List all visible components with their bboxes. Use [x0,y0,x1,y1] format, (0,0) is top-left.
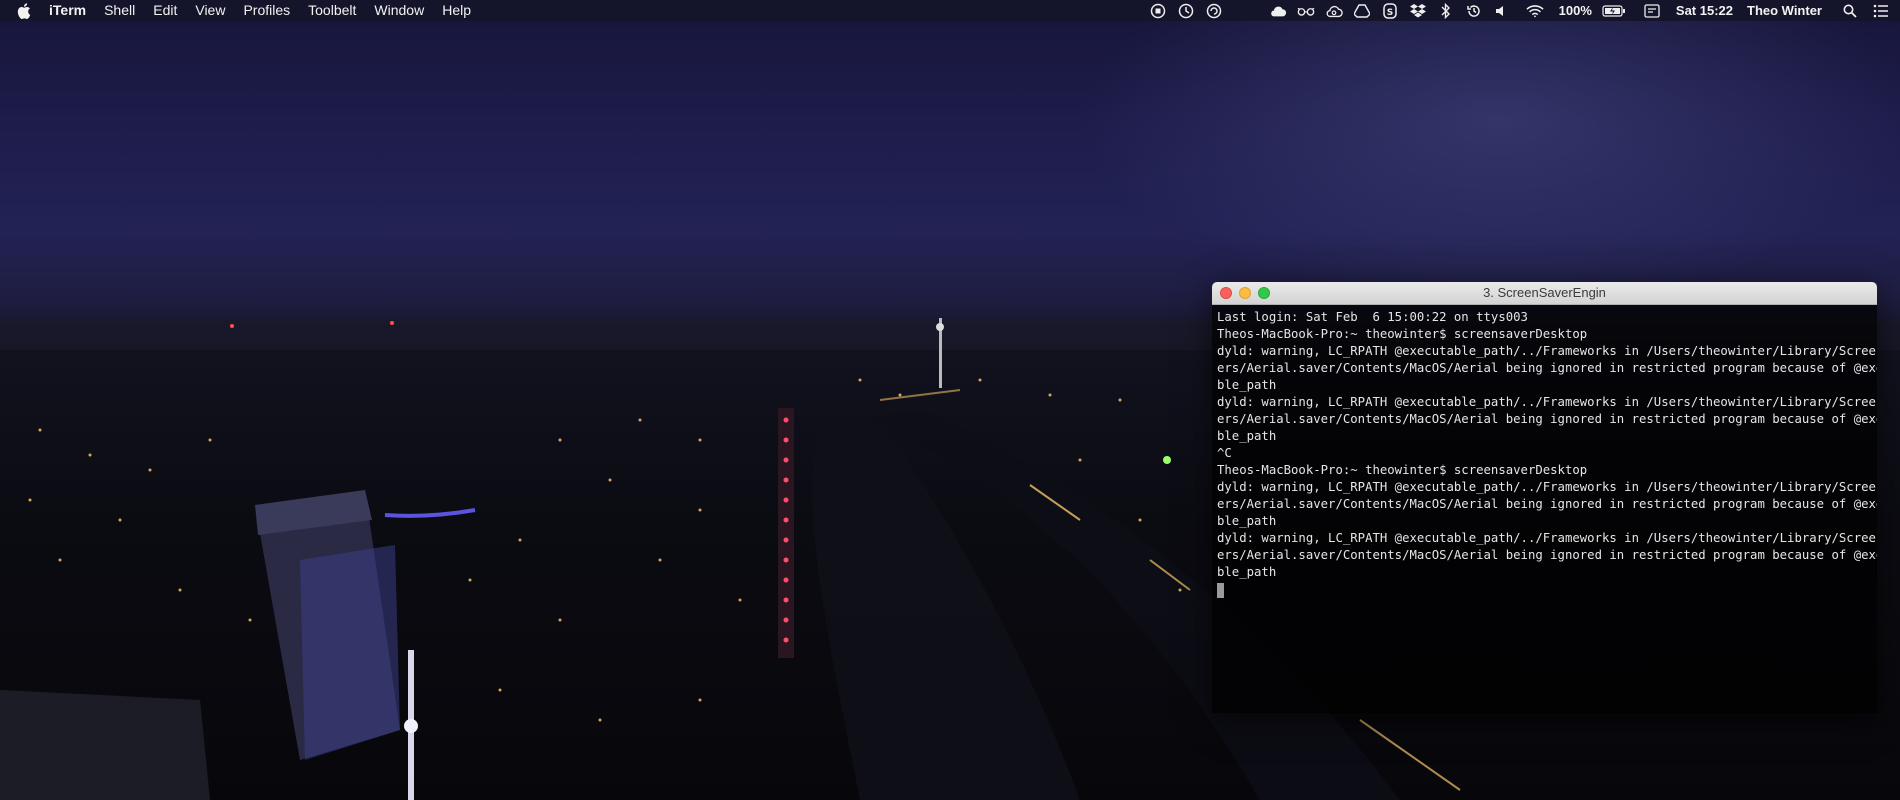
terminal-line: ers/Aerial.saver/Contents/MacOS/Aerial b… [1217,412,1877,426]
terminal-cursor [1217,582,1224,598]
terminal-line: ers/Aerial.saver/Contents/MacOS/Aerial b… [1217,361,1877,375]
creative-cloud-icon[interactable] [1325,2,1343,20]
menu-bar: iTerm Shell Edit View Profiles Toolbelt … [0,0,1900,21]
menu-help[interactable]: Help [433,0,480,21]
terminal-line: ble_path [1217,565,1277,579]
terminal-line: ble_path [1217,429,1277,443]
terminal-line: dyld: warning, LC_RPATH @executable_path… [1217,344,1877,358]
terminal-line: Theos-MacBook-Pro:~ theowinter$ screensa… [1217,463,1588,477]
svg-text:S: S [1386,8,1392,18]
s-circle-icon[interactable]: S [1381,2,1399,20]
time-machine-icon[interactable] [1465,2,1483,20]
terminal-line: Last login: Sat Feb 6 15:00:22 on ttys00… [1217,310,1528,324]
wifi-icon[interactable] [1526,2,1544,20]
terminal-line: ers/Aerial.saver/Contents/MacOS/Aerial b… [1217,497,1877,511]
dropbox-icon[interactable] [1409,2,1427,20]
glasses-icon[interactable] [1297,2,1315,20]
terminal-line: ers/Aerial.saver/Contents/MacOS/Aerial b… [1217,548,1877,562]
menu-view[interactable]: View [186,0,234,21]
user-name[interactable]: Theo Winter [1747,3,1822,18]
menu-window[interactable]: Window [365,0,433,21]
terminal-line: ble_path [1217,514,1277,528]
terminal-line: ble_path [1217,378,1277,392]
record-icon[interactable] [1149,2,1167,20]
menu-toolbelt[interactable]: Toolbelt [299,0,365,21]
battery-charging-icon[interactable] [1602,2,1626,20]
battery-percent[interactable]: 100% [1559,3,1592,18]
cloud-icon[interactable] [1269,2,1287,20]
apple-logo-icon[interactable] [16,2,32,19]
spotlight-search-icon[interactable] [1841,2,1859,20]
bluetooth-icon[interactable] [1437,2,1455,20]
clock-icon[interactable] [1177,2,1195,20]
google-drive-icon[interactable] [1353,2,1371,20]
menu-clock[interactable]: Sat 15:22 [1676,3,1733,18]
notification-center-icon[interactable] [1872,2,1890,20]
terminal-window[interactable]: 3. ScreenSaverEngin Last login: Sat Feb … [1212,282,1877,713]
terminal-output[interactable]: Last login: Sat Feb 6 15:00:22 on ttys00… [1212,305,1877,713]
terminal-line: Theos-MacBook-Pro:~ theowinter$ screensa… [1217,327,1588,341]
terminal-titlebar[interactable]: 3. ScreenSaverEngin [1212,282,1877,305]
terminal-line: dyld: warning, LC_RPATH @executable_path… [1217,531,1877,545]
terminal-prompt-line[interactable] [1217,581,1872,598]
keyboard-input-icon[interactable] [1643,2,1661,20]
refresh-icon[interactable] [1205,2,1223,20]
menu-edit[interactable]: Edit [144,0,186,21]
terminal-line: ^C [1217,446,1232,460]
menu-shell[interactable]: Shell [95,0,144,21]
menu-app-name[interactable]: iTerm [49,0,95,21]
terminal-line: dyld: warning, LC_RPATH @executable_path… [1217,480,1877,494]
terminal-line: dyld: warning, LC_RPATH @executable_path… [1217,395,1877,409]
terminal-title: 3. ScreenSaverEngin [1483,285,1606,300]
volume-icon[interactable] [1493,2,1511,20]
menu-profiles[interactable]: Profiles [234,0,299,21]
